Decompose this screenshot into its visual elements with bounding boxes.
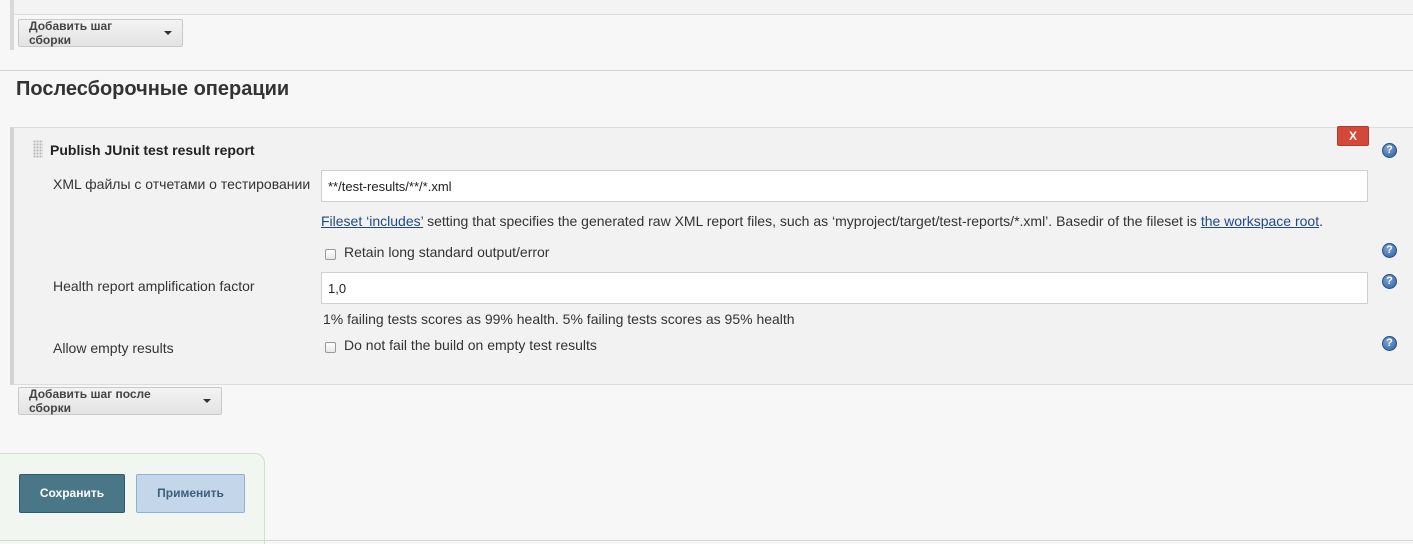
retain-output-label: Retain long standard output/error [344, 244, 550, 260]
xml-files-input[interactable] [321, 170, 1368, 202]
xml-files-desc-end: . [1319, 213, 1323, 229]
build-steps-section: Добавить шаг сборки [0, 0, 1413, 71]
drag-handle-icon[interactable] [33, 140, 43, 158]
health-factor-label: Health report amplification factor [53, 278, 255, 294]
workspace-root-link[interactable]: the workspace root [1201, 213, 1319, 229]
xml-files-label: XML файлы с отчетами о тестировании [53, 176, 311, 192]
allow-empty-checkbox-label: Do not fail the build on empty test resu… [344, 337, 597, 353]
help-icon[interactable]: ? [1382, 243, 1397, 258]
health-factor-input[interactable] [321, 272, 1368, 304]
retain-output-checkbox[interactable] [325, 249, 336, 260]
save-button[interactable]: Сохранить [19, 474, 125, 513]
divider [0, 540, 1413, 541]
help-icon[interactable]: ? [1382, 274, 1397, 289]
section-title: Послесборочные операции [16, 78, 290, 100]
caret-down-icon [164, 31, 172, 35]
health-factor-description: 1% failing tests scores as 99% health. 5… [323, 311, 795, 327]
allow-empty-label: Allow empty results [53, 340, 174, 356]
add-post-build-step-label: Добавить шаг после сборки [29, 387, 151, 415]
help-icon[interactable]: ? [1382, 336, 1397, 351]
panel-title: Publish JUnit test result report [50, 142, 255, 158]
delete-button[interactable]: X [1337, 126, 1369, 146]
caret-down-icon [203, 399, 211, 403]
build-step-block [10, 0, 1413, 15]
xml-files-description: Fileset ‘includes’ setting that specifie… [321, 213, 1323, 229]
apply-button[interactable]: Применить [136, 474, 245, 513]
allow-empty-checkbox[interactable] [325, 342, 336, 353]
add-build-step-button[interactable]: Добавить шаг сборки [18, 19, 183, 47]
junit-publisher-panel: Publish JUnit test result report X ? XML… [10, 126, 1413, 385]
help-icon[interactable]: ? [1382, 143, 1397, 158]
fileset-includes-link[interactable]: Fileset ‘includes’ [321, 213, 423, 229]
xml-files-desc-text: setting that specifies the generated raw… [423, 213, 1201, 229]
add-post-build-step-button[interactable]: Добавить шаг после сборки [18, 387, 222, 415]
add-build-step-label: Добавить шаг сборки [29, 19, 113, 47]
section-left-bar [10, 0, 14, 50]
